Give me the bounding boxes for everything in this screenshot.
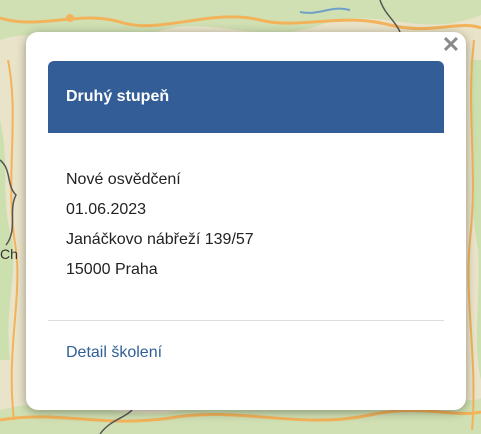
certificate-date: 01.06.2023 [66, 201, 147, 218]
close-icon[interactable]: ✕ [440, 34, 462, 56]
training-detail-link[interactable]: Detail školení [66, 344, 162, 362]
address-street: Janáčkovo nábřeží 139/57 [66, 231, 254, 248]
map-place-label: Ch [0, 246, 18, 262]
map-popup: ✕ Druhý stupeň Nové osvědčení 01.06.2023… [26, 32, 466, 410]
certificate-status: Nové osvědčení [66, 171, 181, 188]
popup-details: Nové osvědčení 01.06.2023 Janáčkovo nábř… [66, 165, 254, 285]
popup-header: Druhý stupeň [48, 61, 444, 133]
address-city: 15000 Praha [66, 261, 158, 278]
divider [48, 320, 444, 321]
popup-title: Druhý stupeň [66, 88, 170, 105]
